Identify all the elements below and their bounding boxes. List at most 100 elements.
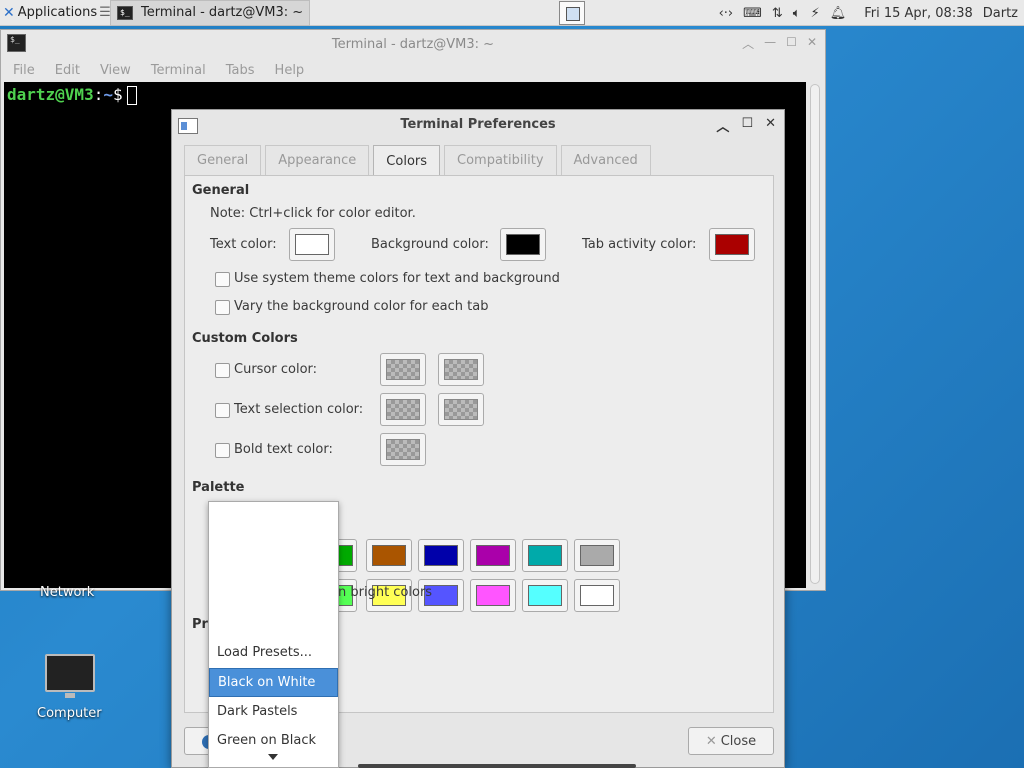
user-menu[interactable]: Dartz [983, 6, 1018, 21]
terminal-menubar: File Edit View Terminal Tabs Help [1, 58, 825, 82]
text-color-swatch [295, 234, 329, 255]
vary-background-checkbox[interactable] [215, 300, 230, 315]
background-color-swatch [506, 234, 540, 255]
tab-activity-color-swatch [715, 234, 749, 255]
keyboard-icon[interactable]: ⌨ [743, 6, 762, 21]
selection-color-label: Text selection color: [234, 402, 364, 417]
preset-item-green-on-black[interactable]: Green on Black [209, 726, 338, 755]
selection-background-button[interactable] [438, 393, 484, 426]
presets-heading: Pr [192, 617, 208, 632]
taskbar-terminal-button[interactable]: $_ Terminal - dartz@VM3: ~ [110, 0, 311, 26]
selection-foreground-swatch [386, 399, 420, 420]
tab-activity-color-button[interactable] [709, 228, 755, 261]
chevron-up-icon[interactable]: ︿ [742, 35, 754, 52]
use-system-colors-label: Use system theme colors for text and bac… [234, 271, 560, 286]
applications-menu[interactable]: ✕ Applications ☰ [0, 0, 111, 26]
cursor-background-button[interactable] [438, 353, 484, 386]
tab-colors[interactable]: Colors [373, 145, 441, 176]
close-icon[interactable]: ✕ [807, 35, 817, 52]
computer-desktop-label[interactable]: Computer [37, 706, 102, 721]
selection-foreground-button[interactable] [380, 393, 426, 426]
vary-background-label: Vary the background color for each tab [234, 299, 489, 314]
text-color-label: Text color: [210, 237, 277, 252]
network-desktop-label[interactable]: Network [40, 585, 94, 600]
palette-color-swatch [580, 545, 614, 566]
close-icon: ✕ [705, 733, 717, 749]
palette-color-button[interactable] [418, 539, 464, 572]
palette-color-button[interactable] [574, 579, 620, 612]
cursor-background-swatch [444, 359, 478, 380]
clock[interactable]: Fri 15 Apr, 08:38 [864, 6, 973, 21]
palette-color-button[interactable] [522, 579, 568, 612]
tab-general[interactable]: General [184, 145, 262, 175]
prompt-user: dartz@VM3 [7, 85, 94, 104]
bold-color-swatch [386, 439, 420, 460]
presets-dropdown-menu: Load Presets... Black on White Dark Past… [208, 501, 339, 768]
preferences-titlebar[interactable]: Terminal Preferences ︿ ☐ ✕ [172, 110, 784, 140]
cursor-color-label: Cursor color: [234, 362, 318, 377]
bold-color-button[interactable] [380, 433, 426, 466]
menu-tabs[interactable]: Tabs [226, 63, 255, 78]
bold-color-label: Bold text color: [234, 442, 333, 457]
terminal-scrollbar[interactable] [810, 84, 820, 584]
cursor-color-checkbox[interactable] [215, 363, 230, 378]
palette-heading: Palette [192, 480, 245, 495]
menu-view[interactable]: View [100, 63, 131, 78]
palette-color-button[interactable] [470, 579, 516, 612]
preset-item-black-on-white[interactable]: Black on White [209, 668, 338, 697]
taskbar-terminal-label: Terminal - dartz@VM3: ~ [141, 5, 304, 20]
terminal-icon: $_ [117, 5, 133, 20]
terminal-titlebar[interactable]: $_ Terminal - dartz@VM3: ~ ︿ — ☐ ✕ [1, 30, 825, 58]
palette-color-button[interactable] [574, 539, 620, 572]
close-icon[interactable]: ✕ [765, 116, 776, 135]
palette-color-swatch [372, 545, 406, 566]
palette-color-button[interactable] [470, 539, 516, 572]
workspace-switcher-icon[interactable] [559, 1, 585, 25]
background-color-button[interactable] [500, 228, 546, 261]
network-icon[interactable]: ‹·› [719, 6, 734, 21]
palette-color-button[interactable] [366, 539, 412, 572]
palette-color-button[interactable] [522, 539, 568, 572]
menu-edit[interactable]: Edit [55, 63, 80, 78]
palette-color-swatch [528, 545, 562, 566]
bright-colors-label: n bright colors [338, 585, 433, 600]
preset-item-load[interactable]: Load Presets... [209, 638, 338, 667]
chevron-up-icon[interactable]: ︿ [716, 116, 729, 135]
cursor-foreground-button[interactable] [380, 353, 426, 386]
use-system-colors-checkbox[interactable] [215, 272, 230, 287]
tab-compatibility[interactable]: Compatibility [444, 145, 557, 175]
xfce-logo-icon: ✕ [3, 4, 15, 21]
notification-icon[interactable]: 🔔︎ [830, 6, 847, 21]
menu-help[interactable]: Help [275, 63, 305, 78]
tab-advanced[interactable]: Advanced [560, 145, 651, 175]
transfer-icon[interactable]: ⇅ [772, 6, 783, 21]
minimize-icon[interactable]: — [764, 35, 776, 52]
window-edge-bar [358, 764, 636, 768]
maximize-icon[interactable]: ☐ [786, 35, 797, 52]
palette-color-swatch [476, 585, 510, 606]
power-icon[interactable]: ⚡︎ [811, 6, 820, 21]
ctrl-click-note: Note: Ctrl+click for color editor. [210, 206, 416, 221]
menu-terminal[interactable]: Terminal [151, 63, 206, 78]
text-color-button[interactable] [289, 228, 335, 261]
terminal-title: Terminal - dartz@VM3: ~ [331, 36, 495, 52]
maximize-icon[interactable]: ☐ [741, 116, 753, 135]
top-panel: ✕ Applications ☰ $_ Terminal - dartz@VM3… [0, 0, 1024, 26]
volume-icon[interactable]: 🔈︎ [793, 6, 801, 21]
background-color-label: Background color: [371, 237, 489, 252]
preferences-title: Terminal Preferences [400, 117, 556, 132]
tab-appearance[interactable]: Appearance [265, 145, 370, 175]
menu-file[interactable]: File [13, 63, 35, 78]
palette-color-swatch [476, 545, 510, 566]
selection-background-swatch [444, 399, 478, 420]
close-button[interactable]: ✕ Close [688, 727, 774, 755]
tab-activity-color-label: Tab activity color: [582, 237, 697, 252]
general-heading: General [192, 183, 250, 198]
palette-color-swatch [528, 585, 562, 606]
computer-icon[interactable] [45, 654, 95, 698]
palette-color-swatch [424, 545, 458, 566]
selection-color-checkbox[interactable] [215, 403, 230, 418]
bold-color-checkbox[interactable] [215, 443, 230, 458]
preset-item-dark-pastels[interactable]: Dark Pastels [209, 697, 338, 726]
scroll-down-icon[interactable] [268, 754, 278, 760]
